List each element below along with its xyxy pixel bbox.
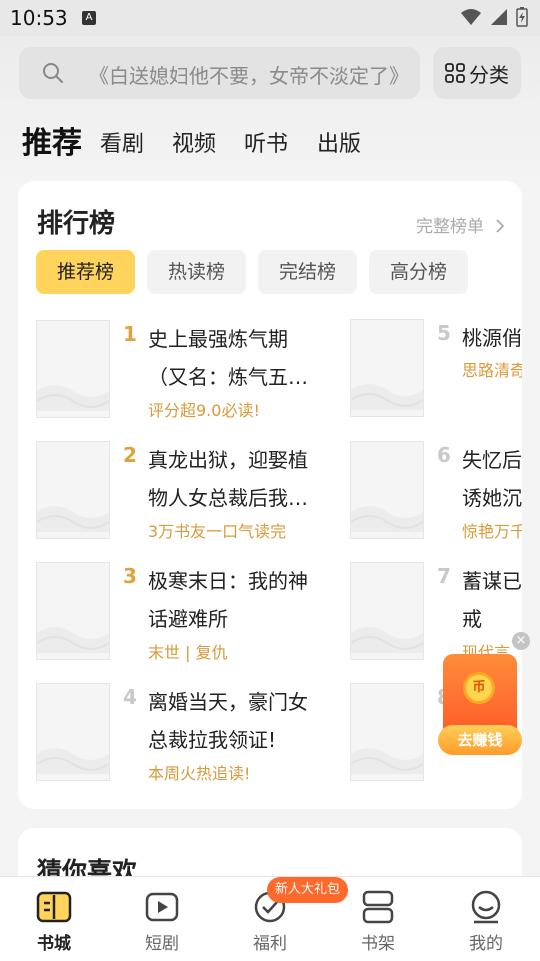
signal-icon — [491, 9, 507, 25]
book-city-icon — [36, 891, 72, 923]
profile-icon — [471, 890, 501, 924]
notification-a-icon: A — [82, 11, 96, 25]
book-tag: 末世 | 复仇 — [148, 643, 228, 662]
filter-finished[interactable]: 完结榜 — [258, 250, 357, 294]
book-title: 极寒末日：我的神 话避难所 — [148, 569, 308, 631]
book-item[interactable]: 5 桃源俏 思路清奇 — [350, 319, 522, 429]
book-item[interactable]: 1 史上最强炼气期 （又名：炼气五… 评分超9.0必读! — [36, 320, 336, 430]
book-rank: 5 — [437, 321, 451, 345]
status-time: 10:53 — [10, 6, 68, 30]
coin-icon: 币 — [463, 672, 495, 704]
book-rank: 4 — [123, 685, 137, 709]
book-tag: 评分超9.0必读! — [148, 401, 260, 420]
status-icons — [460, 7, 528, 27]
nav-short-drama[interactable]: 短剧 — [108, 877, 216, 961]
play-video-icon — [145, 892, 179, 922]
wifi-icon — [461, 9, 481, 25]
bookshelf-icon — [362, 890, 394, 924]
nav-label: 福利 — [253, 934, 287, 954]
chevron-right-icon — [496, 219, 505, 233]
book-cover — [36, 320, 110, 418]
tab-recommend[interactable]: 推荐 — [22, 118, 82, 162]
close-icon[interactable]: × — [512, 632, 530, 650]
book-tag: 本周火热追读! — [148, 764, 251, 783]
tab-drama[interactable]: 看剧 — [100, 126, 144, 158]
filter-hot[interactable]: 热读榜 — [147, 250, 246, 294]
grid-icon — [445, 63, 465, 83]
full-ranking-link[interactable]: 完整榜单 — [416, 212, 505, 237]
book-rank: 1 — [123, 322, 137, 346]
nav-label: 短剧 — [145, 934, 179, 954]
book-cover — [350, 683, 424, 781]
book-tag: 惊艳万千 — [462, 522, 522, 541]
full-ranking-label: 完整榜单 — [416, 217, 484, 237]
nav-profile[interactable]: 我的 — [432, 877, 540, 961]
nav-label: 书城 — [37, 934, 71, 954]
search-placeholder[interactable]: 《白送媳妇他不要，女帝不淡定了》 — [89, 60, 409, 89]
filter-recommend[interactable]: 推荐榜 — [36, 250, 135, 294]
earn-money-button[interactable]: 去赚钱 — [438, 725, 522, 755]
book-title: 桃源俏 — [462, 326, 522, 350]
book-title: 史上最强炼气期 （又名：炼气五… — [148, 327, 308, 389]
book-item[interactable]: 4 离婚当天，豪门女 总裁拉我领证! 本周火热追读! — [36, 683, 336, 793]
search-icon — [43, 63, 63, 83]
book-title: 蓄谋已戒 — [462, 569, 522, 631]
book-item[interactable]: 3 极寒末日：我的神 话避难所 末世 | 复仇 — [36, 562, 336, 672]
tab-audiobook[interactable]: 听书 — [244, 126, 288, 158]
nav-label: 书架 — [361, 934, 395, 954]
book-cover — [36, 562, 110, 660]
book-cover — [350, 319, 424, 417]
nav-label: 我的 — [469, 934, 503, 954]
tab-video[interactable]: 视频 — [172, 126, 216, 158]
newbie-gift-badge[interactable]: 新人大礼包 — [267, 877, 349, 903]
book-cover — [350, 562, 424, 660]
ranking-title: 排行榜 — [37, 209, 116, 239]
category-label: 分类 — [469, 63, 509, 87]
book-title: 失忆后 诱她沉 — [462, 448, 522, 510]
book-tag: 3万书友一口气读完 — [148, 522, 287, 541]
book-item[interactable]: 2 真龙出狱，迎娶植 物人女总裁后我… 3万书友一口气读完 — [36, 441, 336, 551]
book-tag: 思路清奇 — [462, 361, 522, 380]
book-title: 真龙出狱，迎娶植 物人女总裁后我… — [148, 448, 308, 510]
book-rank: 2 — [123, 443, 137, 467]
nav-book-city[interactable]: 书城 — [0, 877, 108, 961]
tab-publish[interactable]: 出版 — [317, 126, 361, 158]
book-cover — [36, 441, 110, 539]
book-title: 离婚当天，豪门女 总裁拉我领证! — [148, 690, 308, 752]
search-bar[interactable]: 《白送媳妇他不要，女帝不淡定了》 — [19, 47, 420, 99]
battery-icon — [516, 7, 528, 27]
book-item[interactable]: 6 失忆后 诱她沉 惊艳万千 — [350, 441, 522, 551]
book-rank: 6 — [437, 443, 451, 467]
book-cover — [36, 683, 110, 781]
book-cover — [350, 441, 424, 539]
status-bar: 10:53 A — [0, 0, 540, 36]
filter-high-score[interactable]: 高分榜 — [369, 250, 468, 294]
category-button[interactable]: 分类 — [433, 47, 521, 99]
book-rank: 3 — [123, 564, 137, 588]
book-rank: 7 — [437, 564, 451, 588]
